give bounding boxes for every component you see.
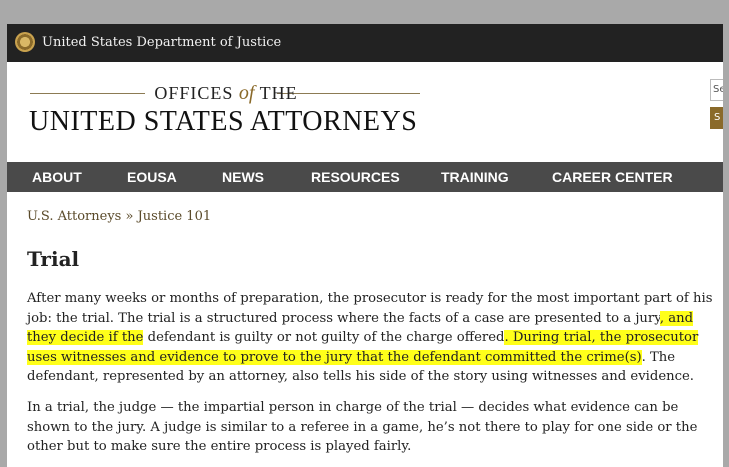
masthead-offices-word: OFFICES [154, 83, 234, 103]
search-input[interactable]: Se [710, 79, 723, 101]
nav-item-eousa[interactable]: EOUSA [127, 169, 177, 185]
page: United States Department of Justice OFFI… [7, 0, 723, 467]
paragraph-1: After many weeks or months of preparatio… [27, 289, 717, 387]
nav-item-news[interactable]: NEWS [222, 169, 264, 185]
nav-item-resources[interactable]: RESOURCES [311, 169, 400, 185]
breadcrumb-separator: » [121, 209, 138, 224]
search-button[interactable]: S [710, 107, 723, 129]
nav-item-training[interactable]: TRAINING [441, 169, 509, 185]
masthead-of-word: of [238, 82, 255, 104]
doj-top-bar: United States Department of Justice [7, 24, 723, 62]
site-logo-title[interactable]: UNITED STATES ATTORNEYS [29, 106, 417, 138]
masthead-offices-line[interactable]: OFFICES of THE [7, 82, 445, 105]
breadcrumb-home-link[interactable]: U.S. Attorneys [27, 209, 121, 224]
breadcrumb-current-link[interactable]: Justice 101 [138, 209, 212, 224]
masthead-the-word: THE [259, 83, 298, 103]
paragraph-1-part-b: defendant is guilty or not guilty of the… [147, 330, 505, 346]
browser-gray-strip [7, 0, 723, 24]
masthead: OFFICES of THE UNITED STATES ATTORNEYS S… [7, 62, 723, 162]
doj-seal-icon[interactable] [15, 32, 35, 52]
main-nav: ABOUT EOUSA NEWS RESOURCES TRAINING CARE… [7, 162, 723, 192]
page-title: Trial [27, 247, 80, 271]
breadcrumb: U.S. Attorneys » Justice 101 [27, 209, 211, 224]
nav-item-about[interactable]: ABOUT [32, 169, 82, 185]
doj-title-link[interactable]: United States Department of Justice [42, 35, 281, 50]
paragraph-2: In a trial, the judge — the impartial pe… [27, 400, 698, 455]
paragraph-1-part-a: After many weeks or months of preparatio… [27, 291, 713, 326]
nav-item-career-center[interactable]: CAREER CENTER [552, 169, 673, 185]
